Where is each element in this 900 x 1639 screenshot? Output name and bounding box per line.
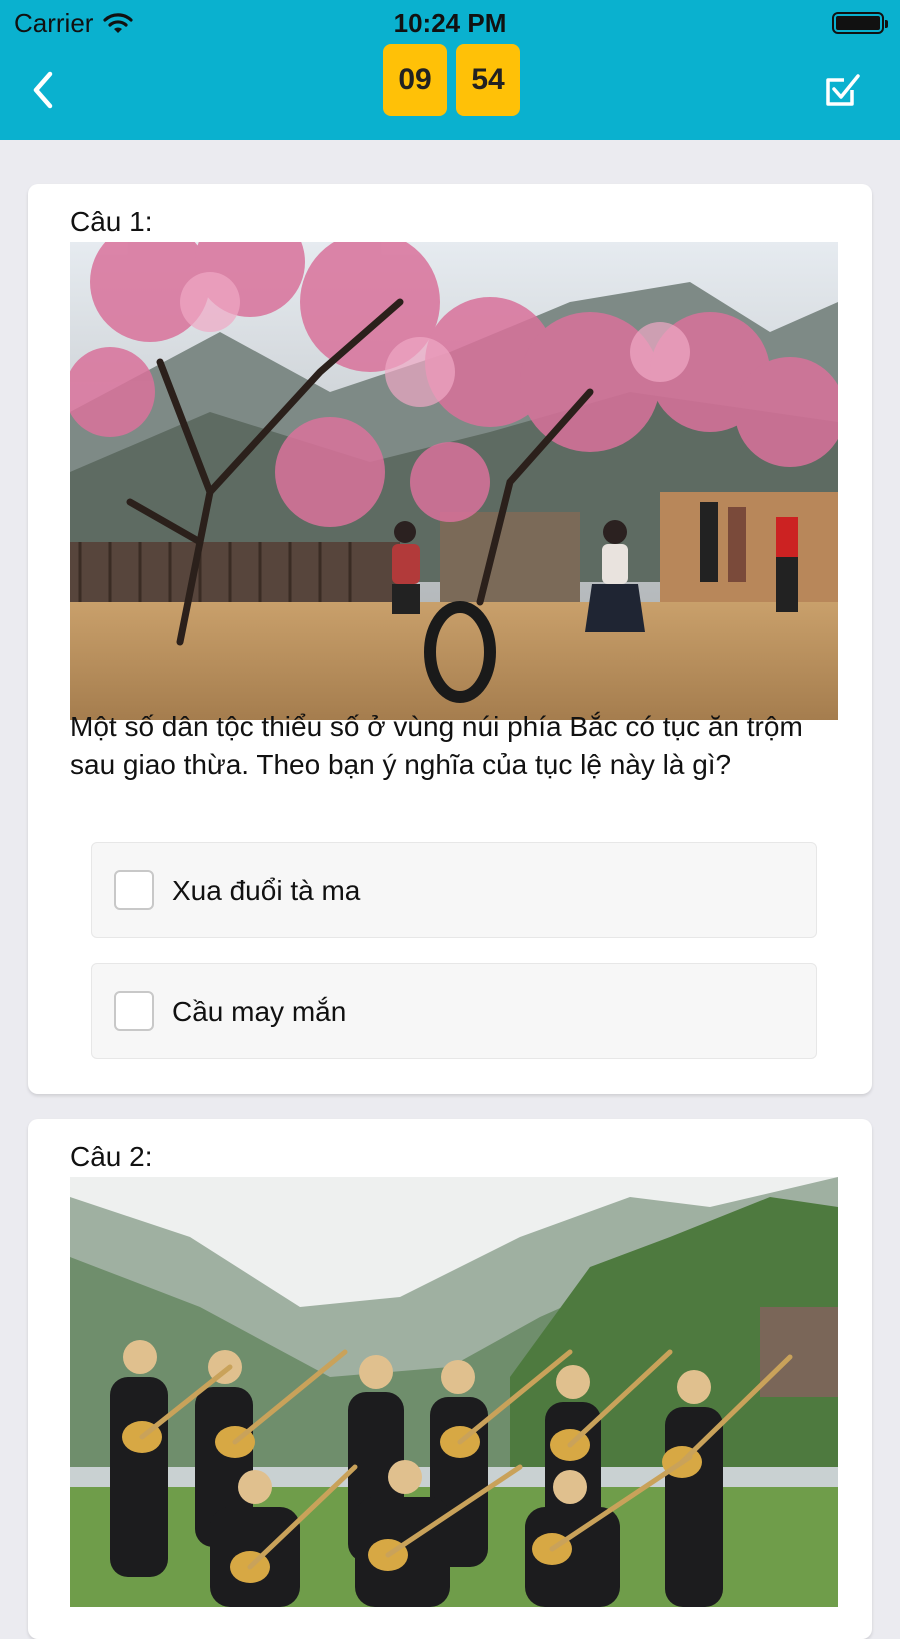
option-label: Cầu may mắn [172, 996, 347, 1027]
checkbox[interactable] [114, 991, 154, 1031]
app-header: Carrier 10:24 PM 09 54 [0, 0, 900, 140]
battery-icon [832, 12, 888, 34]
answer-option[interactable]: Cầu may mắn [91, 963, 817, 1059]
checkbox-edit-icon[interactable] [822, 70, 862, 110]
chevron-left-icon[interactable] [24, 66, 64, 114]
status-time: 10:24 PM [393, 8, 507, 38]
question-card-1: Câu 1: Một số dân tộc thiểu số ở vùng nú… [28, 184, 872, 1094]
question-label: Câu 1: [70, 206, 153, 237]
option-label: Xua đuổi tà ma [172, 875, 361, 906]
question-image [70, 1177, 838, 1607]
answer-option[interactable]: Xua đuổi tà ma [91, 842, 817, 938]
question-text: Một số dân tộc thiểu số ở vùng núi phía … [70, 711, 803, 780]
question-image [70, 242, 838, 720]
checkbox[interactable] [114, 870, 154, 910]
timer-minutes: 09 [383, 44, 447, 116]
timer-seconds: 54 [456, 44, 520, 116]
question-card-2: Câu 2: [28, 1119, 872, 1639]
question-label: Câu 2: [70, 1141, 153, 1172]
